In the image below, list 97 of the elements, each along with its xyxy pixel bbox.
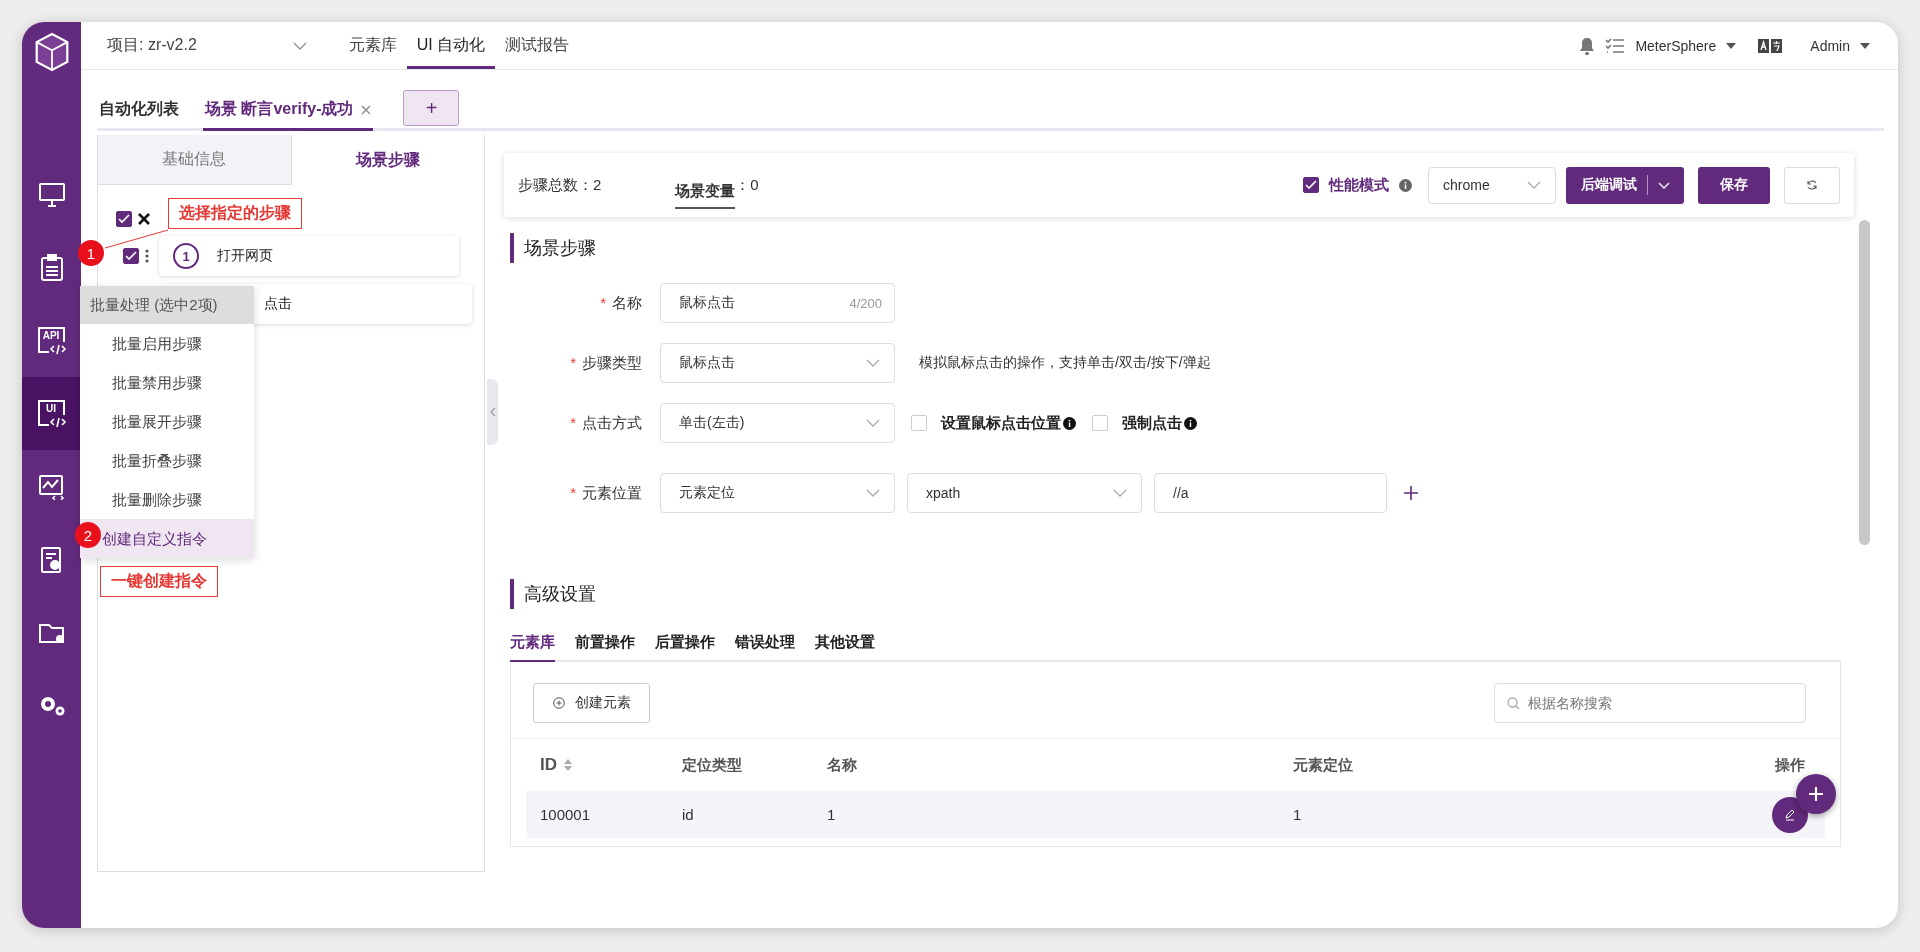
menu-item[interactable]: 批量启用步骤 (80, 324, 254, 363)
debug-button[interactable]: 后端调试 (1566, 166, 1684, 204)
user-menu[interactable]: Admin (1810, 37, 1850, 54)
project-selector[interactable]: 项目: zr-v2.2 (107, 35, 197, 56)
add-tab-button[interactable]: + (403, 90, 460, 126)
menu-item[interactable]: 批量折叠步骤 (80, 441, 254, 480)
column-header: 操作 (1775, 755, 1805, 775)
table-cell: 1 (1293, 806, 1302, 823)
required-mark: * (570, 413, 576, 431)
name-input[interactable]: 鼠标点击 4/200 (660, 283, 895, 323)
callout-label: 选择指定的步骤 (168, 198, 302, 229)
panel-tab[interactable]: 基础信息 (98, 135, 292, 185)
table-cell: 1 (827, 806, 836, 823)
caret-icon[interactable] (1860, 42, 1870, 49)
plus-icon[interactable] (1808, 786, 1824, 802)
table-cell: id (682, 806, 694, 823)
select-field[interactable]: 鼠标点击 (660, 343, 895, 383)
field-label: 名称 (612, 293, 642, 311)
variables-link[interactable]: 场景变量 (675, 171, 736, 209)
settings-tab[interactable]: 元素库 (510, 633, 555, 662)
create-element-button[interactable]: 创建元素 (533, 683, 650, 723)
required-mark: * (570, 483, 576, 501)
field-label: 元素位置 (582, 483, 642, 501)
clipboard-icon[interactable] (39, 253, 64, 282)
option-checkbox[interactable] (911, 415, 927, 431)
add-icon[interactable] (1403, 485, 1419, 501)
sidebar-item[interactable]: API (22, 304, 81, 377)
expression-input[interactable]: //a (1154, 473, 1387, 513)
caret-icon[interactable] (1726, 42, 1737, 49)
column-header: ID (540, 755, 557, 775)
cube-logo-icon (33, 32, 70, 72)
search-field[interactable]: 根据名称搜索 (1494, 683, 1806, 723)
field-hint: 模拟鼠标点击的操作，支持单击/双击/按下/弹起 (919, 354, 1211, 372)
select-all-checkbox[interactable] (116, 211, 132, 227)
column-header: 元素定位 (1293, 755, 1353, 775)
settings-tab[interactable]: 后置操作 (655, 633, 715, 662)
variables-count: ：0 (735, 175, 759, 195)
checkbox-label: 设置鼠标点击位置 (941, 413, 1061, 433)
scrollbar[interactable] (1859, 220, 1870, 545)
locator-type-select[interactable]: xpath (907, 473, 1142, 513)
performance-checkbox[interactable] (1303, 177, 1319, 193)
scenario-tab[interactable]: 场景 断言verify-成功 (203, 91, 374, 131)
field-label: 步骤类型 (582, 353, 642, 371)
required-mark: * (600, 293, 606, 311)
step-total: 步骤总数：2 (518, 175, 602, 195)
workspace-selector[interactable]: MeterSphere (1635, 37, 1717, 54)
add-button[interactable] (1796, 774, 1836, 814)
step-checkbox[interactable] (123, 248, 139, 264)
menu-item[interactable]: 批量删除步骤 (80, 480, 254, 519)
menu-title: 批量处理 (选中2项) (80, 286, 254, 324)
close-icon[interactable] (138, 213, 150, 225)
select-field[interactable]: 单击(左击) (660, 403, 895, 443)
plus-circle-icon[interactable] (552, 697, 565, 709)
step-name: 点击 (264, 295, 292, 313)
performance-label: 性能模式 (1329, 175, 1389, 195)
pencil-icon[interactable] (1784, 808, 1796, 821)
option-checkbox[interactable] (1092, 415, 1108, 431)
required-mark: * (570, 353, 576, 371)
report-icon[interactable] (39, 545, 64, 574)
leader-line (104, 229, 169, 249)
sidebar-item[interactable]: UI (22, 377, 81, 450)
step-number: 1 (173, 243, 199, 269)
menu-item[interactable]: 批量禁用步骤 (80, 363, 254, 402)
browser-select[interactable]: chrome (1428, 166, 1556, 204)
info-icon (1184, 416, 1197, 430)
info-icon (1063, 416, 1076, 430)
select-field[interactable]: 元素定位 (660, 473, 895, 513)
language-icon[interactable] (1758, 38, 1783, 53)
column-header: 名称 (827, 755, 857, 775)
settings-tab[interactable]: 前置操作 (575, 633, 635, 662)
info-icon (1399, 178, 1412, 192)
section-title: 场景步骤 (510, 233, 1851, 263)
collapse-handle[interactable] (487, 379, 498, 445)
table-cell: 100001 (540, 806, 591, 823)
column-header: 定位类型 (682, 755, 742, 775)
scenario-tab[interactable]: 自动化列表 (97, 91, 181, 131)
bell-icon[interactable] (1579, 36, 1596, 55)
checkbox-label: 强制点击 (1122, 413, 1182, 433)
drag-handle-icon[interactable] (145, 249, 149, 263)
section-title: 高级设置 (510, 579, 1851, 609)
settings-tab[interactable]: 错误处理 (735, 633, 795, 662)
callout-number: 1 (78, 240, 104, 266)
settings-tab[interactable]: 其他设置 (815, 633, 875, 662)
step-card[interactable]: 1 打开网页 (159, 236, 459, 276)
callout-label: 一键创建指令 (100, 566, 218, 597)
field-label: 点击方式 (582, 413, 642, 431)
menu-item[interactable]: 批量展开步骤 (80, 402, 254, 441)
checklist-icon[interactable] (1605, 37, 1626, 54)
chart-icon[interactable] (37, 473, 66, 500)
monitor-icon[interactable] (37, 181, 66, 208)
nav-tab[interactable]: 测试报告 (495, 25, 580, 69)
save-button[interactable]: 保存 (1698, 166, 1770, 204)
step-name: 打开网页 (217, 247, 273, 265)
nav-tab[interactable]: 元素库 (338, 25, 407, 69)
search-icon (1507, 697, 1520, 710)
refresh-icon[interactable] (1806, 179, 1818, 191)
nav-tab[interactable]: UI 自动化 (406, 25, 496, 69)
